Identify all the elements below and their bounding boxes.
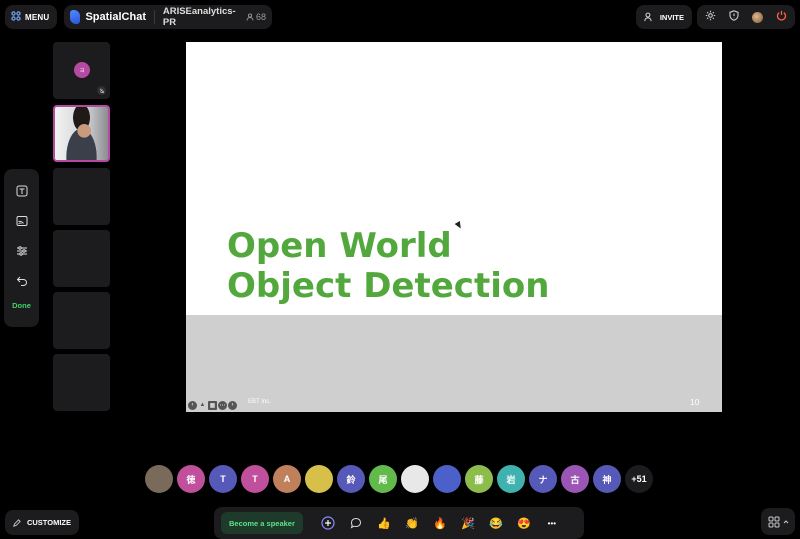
participant-avatar[interactable]: [401, 465, 429, 493]
participant-avatar[interactable]: T: [209, 465, 237, 493]
participant-avatar[interactable]: 尾: [369, 465, 397, 493]
laugh-icon[interactable]: 😂: [489, 516, 503, 530]
next-slide-icon[interactable]: ›: [228, 400, 237, 410]
chevron-up-icon: [783, 519, 788, 523]
participant-tile[interactable]: ヨ: [53, 42, 110, 99]
my-avatar[interactable]: [752, 11, 763, 23]
customize-label: CUSTOMIZE: [26, 518, 71, 527]
participant-avatar[interactable]: 岩: [497, 465, 525, 493]
shared-slide[interactable]: Open World Object Detection ‹ ▲ ▦ ⋯ › EB…: [186, 42, 722, 412]
prev-slide-icon[interactable]: ‹: [188, 400, 197, 410]
empty-tile: [53, 354, 110, 411]
power-icon[interactable]: [776, 8, 787, 26]
menu-button[interactable]: MENU: [5, 5, 57, 29]
empty-tile: [53, 230, 110, 287]
more-participants-button[interactable]: +51: [625, 465, 653, 493]
participant-avatar[interactable]: 神: [593, 465, 621, 493]
menu-label: MENU: [25, 12, 50, 22]
participant-avatar[interactable]: ナ: [529, 465, 557, 493]
brand-name: SpatialChat: [85, 11, 146, 23]
participant-avatar[interactable]: [305, 465, 333, 493]
pencil-icon: [13, 518, 21, 527]
slide-title: Open World Object Detection: [227, 226, 550, 306]
reaction-bar: Become a speaker 👍 👏 🔥 🎉 😂 😍 •••: [214, 507, 584, 539]
customize-button[interactable]: CUSTOMIZE: [5, 510, 79, 535]
participant-avatar[interactable]: 古: [561, 465, 589, 493]
participant-avatar[interactable]: A: [273, 465, 301, 493]
invite-button[interactable]: INVITE: [636, 5, 692, 29]
party-icon[interactable]: 🎉: [461, 516, 475, 530]
invite-label: INVITE: [659, 12, 684, 22]
thumbs-up-icon[interactable]: 👍: [377, 516, 391, 530]
pen-icon[interactable]: ▲: [198, 401, 207, 410]
divider: [153, 10, 155, 24]
empty-tile: [53, 168, 110, 225]
clap-icon[interactable]: 👏: [405, 516, 419, 530]
layout-button[interactable]: [761, 508, 795, 535]
participant-count-value: 68: [255, 12, 266, 22]
zoom-icon[interactable]: ⋯: [218, 400, 227, 410]
text-tool-icon[interactable]: [14, 183, 30, 199]
slide-grid-icon[interactable]: ▦: [208, 400, 217, 410]
empty-tile: [53, 292, 110, 349]
more-reactions-button[interactable]: •••: [545, 516, 559, 530]
slide-page-number: 10: [690, 397, 700, 407]
person-icon: [246, 13, 254, 21]
space-name[interactable]: ARISEanalytics-PR: [163, 6, 238, 28]
add-user-icon: [644, 12, 652, 22]
mic-off-icon: [97, 86, 106, 95]
slide-footer: EBT Inc.: [248, 399, 271, 405]
participant-avatar[interactable]: 鈴: [337, 465, 365, 493]
space-header: SpatialChat ARISEanalytics-PR 68: [64, 5, 272, 29]
participant-avatar: ヨ: [74, 62, 90, 78]
participant-avatar[interactable]: [145, 465, 173, 493]
participant-strip: 徳 T T A 鈴尾藤岩ナ古神 +51: [145, 465, 653, 493]
add-reaction-icon[interactable]: [321, 516, 335, 530]
spatialchat-logo-icon: [70, 10, 81, 24]
shield-icon[interactable]: [729, 8, 739, 26]
participant-avatar[interactable]: 藤: [465, 465, 493, 493]
undo-icon[interactable]: [14, 273, 30, 289]
participant-avatar[interactable]: 徳: [177, 465, 205, 493]
sliders-icon[interactable]: [14, 243, 30, 259]
edit-toolbar: Done: [4, 169, 39, 327]
participant-avatar[interactable]: [433, 465, 461, 493]
settings-icon[interactable]: [705, 8, 716, 26]
chat-icon[interactable]: [349, 516, 363, 530]
top-right-controls: [697, 5, 795, 29]
screen-share-icon[interactable]: [14, 213, 30, 229]
participant-video-tile[interactable]: [53, 105, 110, 162]
slide-bottom-band: [186, 315, 722, 412]
grid-icon: [11, 11, 21, 23]
become-speaker-button[interactable]: Become a speaker: [221, 512, 303, 534]
fire-icon[interactable]: 🔥: [433, 516, 447, 530]
done-button[interactable]: Done: [12, 301, 31, 310]
layout-grid-icon: [768, 516, 779, 527]
heart-eyes-icon[interactable]: 😍: [517, 516, 531, 530]
participant-count[interactable]: 68: [246, 12, 266, 22]
slide-nav-controls: ‹ ▲ ▦ ⋯ ›: [186, 400, 237, 410]
participant-avatar[interactable]: T: [241, 465, 269, 493]
